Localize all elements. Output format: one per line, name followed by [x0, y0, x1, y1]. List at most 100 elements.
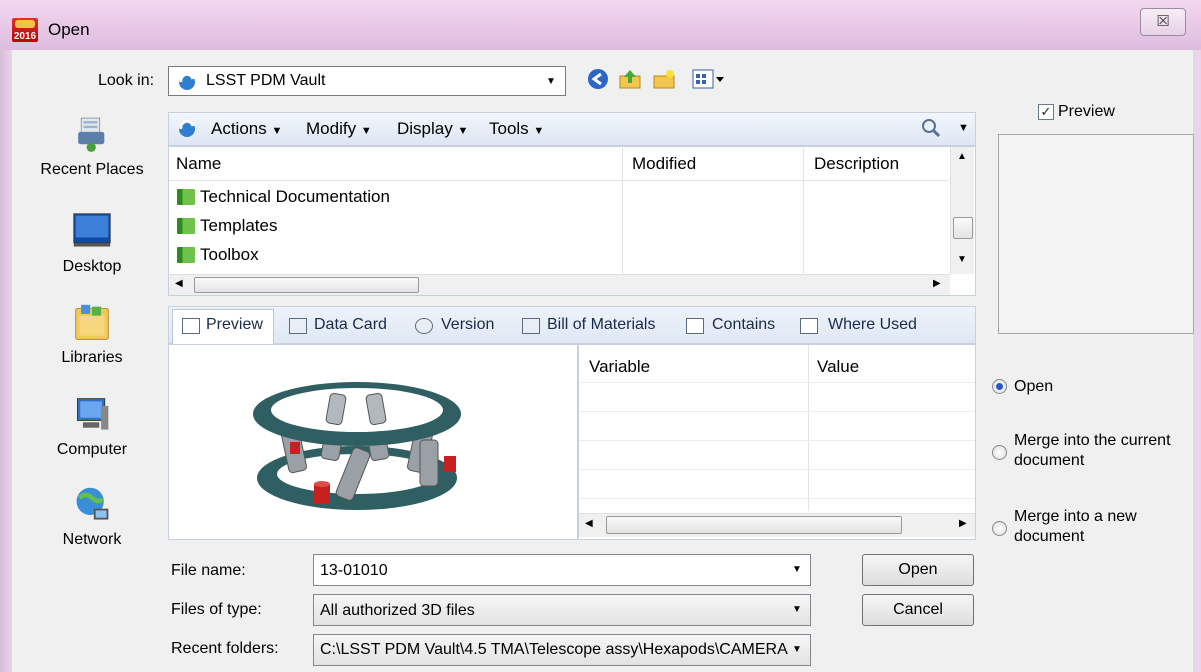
grid-row-line	[579, 411, 975, 412]
list-item[interactable]: Templates	[200, 216, 277, 236]
scroll-right-icon[interactable]: ▶	[933, 278, 941, 289]
header-divider	[169, 180, 949, 181]
folder-icon	[177, 247, 195, 263]
scroll-up-icon[interactable]: ▲	[957, 151, 967, 162]
menu-label: Tools	[489, 119, 529, 138]
place-recent-places[interactable]: Recent Places	[17, 115, 167, 179]
app-badge: 2016	[13, 31, 37, 42]
scroll-right-icon[interactable]: ▶	[959, 518, 967, 529]
where-used-icon	[800, 318, 818, 334]
file-name-label: File name:	[171, 562, 246, 579]
thumbnail-preview-box	[998, 134, 1194, 334]
place-label: Network	[62, 531, 122, 548]
menu-display[interactable]: Display ▼	[397, 119, 468, 139]
column-header-value[interactable]: Value	[817, 357, 859, 377]
place-label: Libraries	[61, 349, 123, 366]
recent-places-icon	[78, 117, 105, 152]
close-button[interactable]: ☒	[1140, 8, 1186, 36]
preview-checkbox-label: Preview	[1058, 103, 1115, 120]
radio-label-line: document	[1014, 528, 1085, 545]
files-of-type-value: All authorized 3D files	[320, 602, 475, 619]
contains-icon	[686, 318, 704, 334]
data-card-icon	[289, 318, 307, 334]
place-label: Recent Places	[40, 161, 144, 178]
window-title: Open	[48, 20, 90, 39]
menu-arrow-icon: ▼	[457, 125, 469, 137]
menu-arrow-icon: ▼	[271, 125, 283, 137]
radio-merge-new-label: Merge into a new document	[1014, 507, 1137, 547]
app-icon: 2016	[12, 18, 38, 42]
up-folder-icon[interactable]	[618, 68, 642, 90]
chevron-down-icon[interactable]: ▼	[546, 76, 556, 87]
menu-modify[interactable]: Modify ▼	[306, 119, 372, 139]
column-header-description[interactable]: Description	[814, 154, 899, 174]
grid-row-line	[579, 469, 975, 470]
place-libraries[interactable]: Libraries	[17, 303, 167, 367]
column-header-modified[interactable]: Modified	[632, 154, 696, 174]
lookin-value: LSST PDM Vault	[206, 72, 326, 89]
scroll-left-icon[interactable]: ◀	[175, 278, 183, 289]
place-network[interactable]: Network	[17, 485, 167, 549]
radio-open-label: Open	[1014, 378, 1054, 395]
back-icon[interactable]	[586, 68, 610, 90]
radio-label-line: Merge into a new	[1014, 508, 1137, 525]
tab-version[interactable]: Version	[441, 316, 494, 334]
chevron-down-icon[interactable]: ▼	[792, 564, 802, 575]
tab-preview[interactable]: Preview	[206, 316, 263, 334]
preview-icon	[182, 318, 200, 334]
bom-icon	[522, 318, 540, 334]
view-menu-icon[interactable]	[692, 68, 726, 90]
folder-icon	[177, 189, 195, 205]
open-button[interactable]: Open	[862, 554, 974, 586]
cancel-button[interactable]: Cancel	[862, 594, 974, 626]
version-icon	[415, 318, 433, 334]
desktop-icon	[73, 213, 111, 247]
grid-row-line	[579, 382, 975, 383]
menu-actions[interactable]: Actions ▼	[211, 119, 282, 139]
grid-row-line	[579, 498, 975, 499]
vault-toolbar	[168, 112, 976, 146]
menu-label: Actions	[211, 119, 267, 138]
menu-arrow-icon: ▼	[360, 125, 372, 137]
column-header-variable[interactable]: Variable	[589, 357, 650, 377]
column-header-name[interactable]: Name	[176, 154, 221, 174]
window-frame-left	[0, 50, 12, 672]
hscroll-thumb[interactable]	[194, 277, 419, 293]
radio-merge-current-label: Merge into the current document	[1014, 431, 1171, 471]
file-name-value: 13-01010	[320, 562, 388, 579]
radio-merge-current[interactable]	[992, 445, 1007, 460]
tab-where-used[interactable]: Where Used	[828, 316, 917, 334]
new-folder-icon[interactable]	[652, 68, 676, 90]
recent-folders-value: C:\LSST PDM Vault\4.5 TMA\Telescope assy…	[320, 641, 788, 658]
radio-label-line: Merge into the current	[1014, 432, 1171, 449]
tab-bill-of-materials[interactable]: Bill of Materials	[547, 316, 655, 334]
menu-tools[interactable]: Tools ▼	[489, 119, 544, 139]
menu-arrow-icon: ▼	[533, 125, 545, 137]
menu-label: Display	[397, 119, 453, 138]
place-computer[interactable]: Computer	[17, 395, 167, 459]
radio-open[interactable]	[992, 379, 1007, 394]
tab-data-card[interactable]: Data Card	[314, 316, 387, 334]
list-item[interactable]: Toolbox	[200, 245, 259, 265]
menu-label: Modify	[306, 119, 357, 138]
computer-icon	[77, 398, 109, 430]
scroll-down-icon[interactable]: ▼	[957, 254, 967, 265]
search-dropdown-icon[interactable]: ▼	[958, 122, 969, 134]
place-desktop[interactable]: Desktop	[17, 212, 167, 276]
tab-contains[interactable]: Contains	[712, 316, 775, 334]
grid-row-line	[579, 440, 975, 441]
files-of-type-label: Files of type:	[171, 601, 262, 618]
chevron-down-icon[interactable]: ▼	[792, 644, 802, 655]
radio-merge-new[interactable]	[992, 521, 1007, 536]
libraries-icon	[75, 304, 109, 340]
vault-icon	[179, 72, 195, 90]
preview-checkbox[interactable]: ✓	[1038, 104, 1054, 120]
hscroll-thumb[interactable]	[606, 516, 902, 534]
recent-folders-label: Recent folders:	[171, 640, 279, 657]
search-icon[interactable]	[920, 118, 942, 138]
chevron-down-icon[interactable]: ▼	[792, 604, 802, 615]
vscroll-thumb[interactable]	[953, 217, 973, 239]
place-label: Computer	[56, 441, 128, 458]
list-item[interactable]: Technical Documentation	[200, 187, 390, 207]
scroll-left-icon[interactable]: ◀	[585, 518, 593, 529]
